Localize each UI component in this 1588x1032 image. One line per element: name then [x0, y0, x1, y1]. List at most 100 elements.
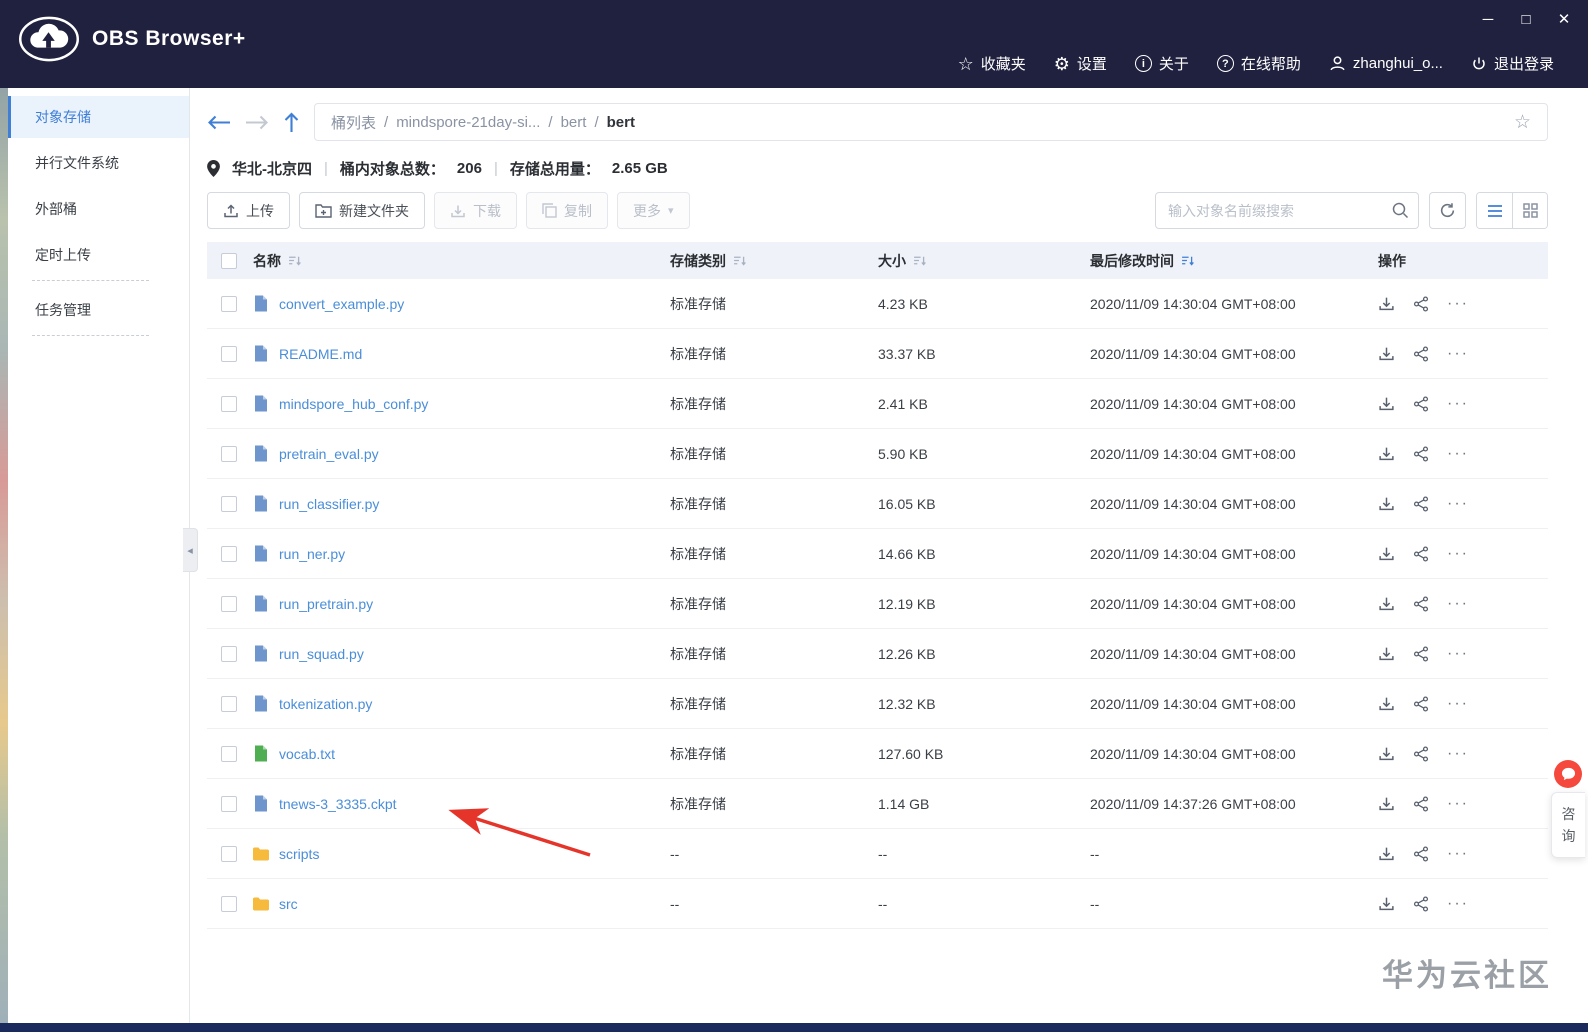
- row-share-icon[interactable]: [1413, 395, 1429, 412]
- row-more-actions-icon[interactable]: ···: [1447, 345, 1469, 363]
- table-row[interactable]: vocab.txt 标准存储 127.60 KB 2020/11/09 14:3…: [207, 729, 1548, 779]
- table-row[interactable]: run_ner.py 标准存储 14.66 KB 2020/11/09 14:3…: [207, 529, 1548, 579]
- row-share-icon[interactable]: [1413, 445, 1429, 462]
- sidebar-collapse-handle[interactable]: ◂: [183, 528, 198, 572]
- object-name-link[interactable]: README.md: [279, 346, 362, 362]
- row-checkbox[interactable]: [221, 495, 237, 512]
- row-more-actions-icon[interactable]: ···: [1447, 595, 1469, 613]
- row-more-actions-icon[interactable]: ···: [1447, 445, 1469, 463]
- row-checkbox[interactable]: [221, 595, 237, 612]
- row-share-icon[interactable]: [1413, 595, 1429, 612]
- object-name-link[interactable]: run_classifier.py: [279, 496, 379, 512]
- table-row[interactable]: run_squad.py 标准存储 12.26 KB 2020/11/09 14…: [207, 629, 1548, 679]
- row-share-icon[interactable]: [1413, 345, 1429, 362]
- object-name-link[interactable]: vocab.txt: [279, 746, 335, 762]
- online-help-button[interactable]: ? 在线帮助: [1216, 53, 1301, 74]
- row-more-actions-icon[interactable]: ···: [1447, 395, 1469, 413]
- forward-button[interactable]: [245, 114, 269, 131]
- row-download-icon[interactable]: [1378, 895, 1395, 912]
- row-download-icon[interactable]: [1378, 595, 1395, 612]
- row-more-actions-icon[interactable]: ···: [1447, 695, 1469, 713]
- row-checkbox[interactable]: [221, 745, 237, 762]
- sidebar-item-task-management[interactable]: 任务管理: [8, 289, 189, 331]
- consult-button[interactable]: 咨 询: [1551, 792, 1585, 858]
- row-more-actions-icon[interactable]: ···: [1447, 645, 1469, 663]
- row-checkbox[interactable]: [221, 545, 237, 562]
- chat-bubble-icon[interactable]: [1554, 760, 1582, 788]
- row-download-icon[interactable]: [1378, 445, 1395, 462]
- account-button[interactable]: zhanghui_o...: [1329, 55, 1443, 72]
- table-row[interactable]: convert_example.py 标准存储 4.23 KB 2020/11/…: [207, 279, 1548, 329]
- object-name-link[interactable]: tnews-3_3335.ckpt: [279, 796, 397, 812]
- breadcrumb-folder[interactable]: bert: [561, 114, 587, 131]
- sort-icon[interactable]: [733, 254, 746, 267]
- row-download-icon[interactable]: [1378, 345, 1395, 362]
- list-view-button[interactable]: [1477, 193, 1512, 228]
- back-button[interactable]: [207, 114, 231, 131]
- table-row[interactable]: README.md 标准存储 33.37 KB 2020/11/09 14:30…: [207, 329, 1548, 379]
- row-download-icon[interactable]: [1378, 845, 1395, 862]
- object-name-link[interactable]: tokenization.py: [279, 696, 372, 712]
- object-name-link[interactable]: scripts: [279, 846, 319, 862]
- copy-button[interactable]: 复制: [526, 192, 608, 229]
- logout-button[interactable]: 退出登录: [1471, 53, 1554, 74]
- object-name-link[interactable]: src: [279, 896, 298, 912]
- settings-button[interactable]: ⚙ 设置: [1054, 53, 1107, 74]
- row-share-icon[interactable]: [1413, 495, 1429, 512]
- sidebar-item-scheduled-upload[interactable]: 定时上传: [8, 234, 189, 276]
- row-download-icon[interactable]: [1378, 745, 1395, 762]
- up-level-button[interactable]: [283, 112, 300, 133]
- minimize-button[interactable]: ─: [1478, 10, 1498, 30]
- row-checkbox[interactable]: [221, 895, 237, 912]
- row-more-actions-icon[interactable]: ···: [1447, 495, 1469, 513]
- table-row[interactable]: run_classifier.py 标准存储 16.05 KB 2020/11/…: [207, 479, 1548, 529]
- row-share-icon[interactable]: [1413, 795, 1429, 812]
- search-icon[interactable]: [1391, 201, 1409, 219]
- maximize-button[interactable]: □: [1516, 10, 1536, 30]
- about-button[interactable]: i 关于: [1134, 53, 1189, 74]
- row-share-icon[interactable]: [1413, 695, 1429, 712]
- sidebar-item-parallel-fs[interactable]: 并行文件系统: [8, 142, 189, 184]
- row-share-icon[interactable]: [1413, 845, 1429, 862]
- table-row[interactable]: tokenization.py 标准存储 12.32 KB 2020/11/09…: [207, 679, 1548, 729]
- row-download-icon[interactable]: [1378, 295, 1395, 312]
- close-button[interactable]: ✕: [1554, 10, 1574, 30]
- sort-icon[interactable]: [913, 254, 926, 267]
- object-name-link[interactable]: convert_example.py: [279, 296, 404, 312]
- row-share-icon[interactable]: [1413, 895, 1429, 912]
- search-input[interactable]: [1155, 192, 1419, 229]
- sidebar-item-external-bucket[interactable]: 外部桶: [8, 188, 189, 230]
- row-checkbox[interactable]: [221, 645, 237, 662]
- download-button[interactable]: 下载: [434, 192, 517, 229]
- row-checkbox[interactable]: [221, 395, 237, 412]
- row-download-icon[interactable]: [1378, 645, 1395, 662]
- sidebar-item-object-storage[interactable]: 对象存储: [8, 96, 189, 138]
- sort-icon[interactable]: [288, 254, 301, 267]
- sort-icon-active[interactable]: [1181, 254, 1194, 267]
- table-row[interactable]: tnews-3_3335.ckpt 标准存储 1.14 GB 2020/11/0…: [207, 779, 1548, 829]
- table-row[interactable]: mindspore_hub_conf.py 标准存储 2.41 KB 2020/…: [207, 379, 1548, 429]
- favorite-path-star-icon[interactable]: ☆: [1514, 111, 1531, 134]
- row-more-actions-icon[interactable]: ···: [1447, 745, 1469, 763]
- object-name-link[interactable]: run_ner.py: [279, 546, 345, 562]
- upload-button[interactable]: 上传: [207, 192, 290, 229]
- table-row[interactable]: src -- -- -- ···: [207, 879, 1548, 929]
- object-name-link[interactable]: run_squad.py: [279, 646, 364, 662]
- refresh-button[interactable]: [1429, 192, 1466, 229]
- breadcrumb-bucket[interactable]: mindspore-21day-si...: [396, 114, 540, 131]
- object-name-link[interactable]: run_pretrain.py: [279, 596, 373, 612]
- favorites-button[interactable]: ☆ 收藏夹: [958, 53, 1026, 74]
- row-checkbox[interactable]: [221, 695, 237, 712]
- row-checkbox[interactable]: [221, 295, 237, 312]
- row-share-icon[interactable]: [1413, 745, 1429, 762]
- row-share-icon[interactable]: [1413, 645, 1429, 662]
- row-more-actions-icon[interactable]: ···: [1447, 795, 1469, 813]
- row-download-icon[interactable]: [1378, 695, 1395, 712]
- object-name-link[interactable]: mindspore_hub_conf.py: [279, 396, 428, 412]
- row-checkbox[interactable]: [221, 445, 237, 462]
- row-download-icon[interactable]: [1378, 495, 1395, 512]
- row-download-icon[interactable]: [1378, 545, 1395, 562]
- row-more-actions-icon[interactable]: ···: [1447, 295, 1469, 313]
- row-more-actions-icon[interactable]: ···: [1447, 545, 1469, 563]
- row-checkbox[interactable]: [221, 845, 237, 862]
